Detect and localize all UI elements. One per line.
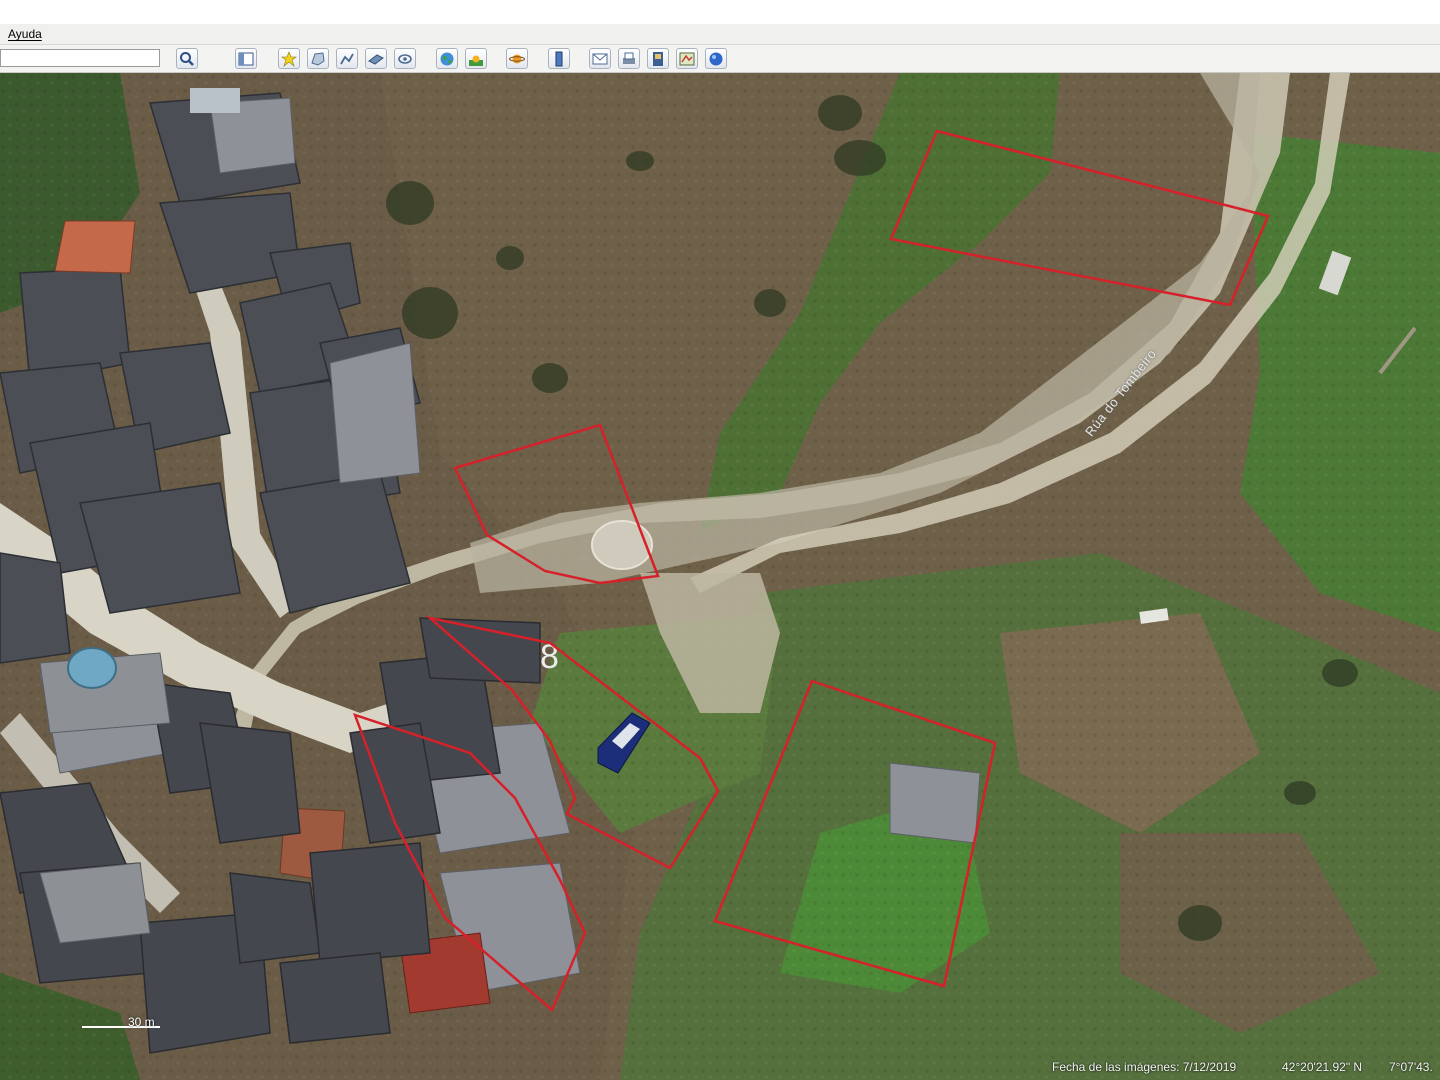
- satellite-map-view[interactable]: 8 Rúa do Tombeiro 30 m: [0, 73, 1440, 1080]
- status-bar: Fecha de las imágenes: 7/12/2019 42°20'2…: [1040, 1056, 1440, 1078]
- placemark-icon: [281, 51, 297, 67]
- search-button[interactable]: [176, 48, 198, 69]
- toolbar: [0, 45, 1440, 73]
- scale-label: 30 m: [128, 1015, 155, 1029]
- earth-community-button[interactable]: [705, 48, 727, 69]
- polygon-icon: [311, 52, 325, 66]
- email-button[interactable]: [589, 48, 611, 69]
- earth-icon: [440, 52, 454, 66]
- overlay-icon: [368, 54, 384, 65]
- search-icon: [180, 52, 194, 66]
- window-top-gap: [0, 0, 1440, 24]
- imagery-date: Fecha de las imágenes: 7/12/2019: [1052, 1060, 1237, 1074]
- planets-button[interactable]: [506, 48, 528, 69]
- add-path-button[interactable]: [336, 48, 358, 69]
- menu-help[interactable]: Ayuda: [8, 27, 42, 41]
- planets-icon: [509, 54, 525, 64]
- print-icon: [623, 52, 635, 64]
- save-image-button[interactable]: [647, 48, 669, 69]
- path-icon: [340, 53, 354, 65]
- print-button[interactable]: [618, 48, 640, 69]
- sun-icon: [469, 55, 483, 66]
- sunlight-button[interactable]: [465, 48, 487, 69]
- longitude-readout: 7°07'43.: [1389, 1060, 1433, 1074]
- record-tour-button[interactable]: [394, 48, 416, 69]
- satellite-imagery: 8: [0, 73, 1440, 1080]
- add-polygon-button[interactable]: [307, 48, 329, 69]
- email-icon: [592, 53, 608, 65]
- globe-icon: [709, 52, 723, 66]
- tour-icon: [398, 54, 412, 64]
- ruler-button[interactable]: [548, 48, 570, 69]
- menu-bar: Ayuda: [0, 24, 1440, 45]
- historical-imagery-button[interactable]: [436, 48, 458, 69]
- view-in-maps-button[interactable]: [676, 48, 698, 69]
- sidebar-icon: [238, 52, 254, 66]
- save-image-icon: [653, 52, 663, 66]
- sidebar-toggle-button[interactable]: [235, 48, 257, 69]
- ruler-icon: [555, 51, 563, 67]
- add-placemark-button[interactable]: [278, 48, 300, 69]
- add-overlay-button[interactable]: [365, 48, 387, 69]
- maps-icon: [679, 52, 695, 66]
- latitude-readout: 42°20'21.92" N: [1282, 1060, 1363, 1074]
- search-input[interactable]: [0, 49, 160, 67]
